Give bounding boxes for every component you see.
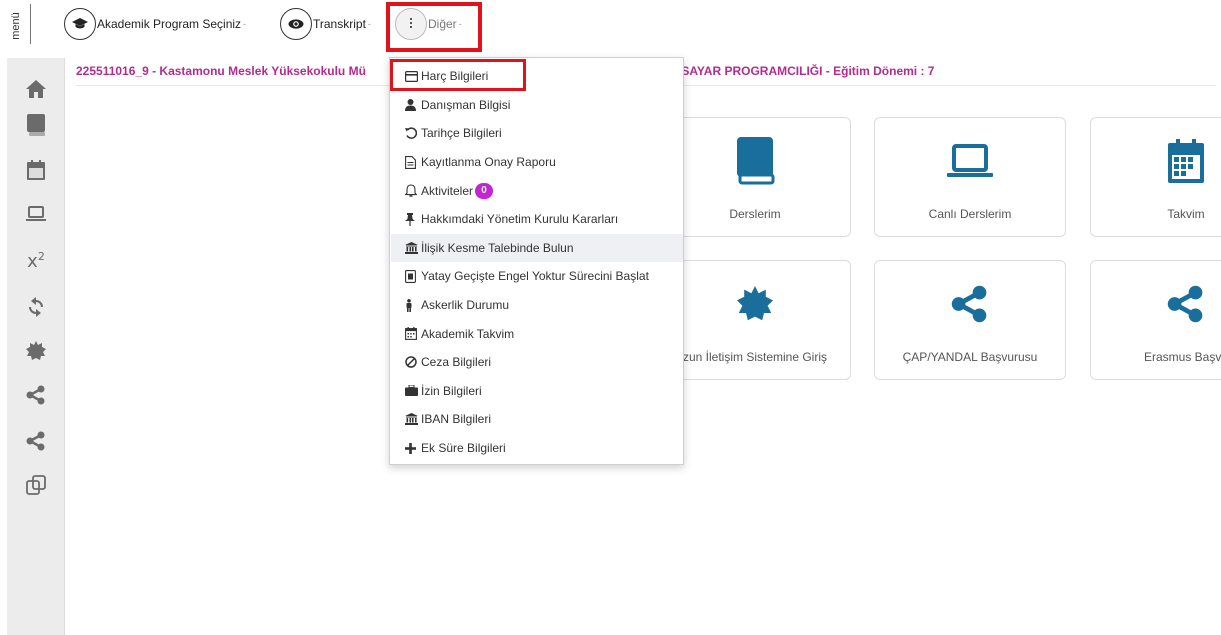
eye-icon [280, 8, 312, 40]
share-icon[interactable] [19, 380, 53, 410]
menu-item-label: Yatay Geçişte Engel Yoktur Sürecini Başl… [421, 269, 649, 284]
tile-takvim[interactable]: Takvim [1090, 117, 1221, 237]
menu-item-label: Ek Süre Bilgileri [421, 441, 506, 456]
person-icon [391, 298, 419, 312]
menu-item-label: Aktiviteler [421, 183, 474, 198]
menu-item-label: Akademik Takvim [421, 326, 515, 341]
share-icon [875, 281, 1065, 327]
menu-item-ceza-bilgileri[interactable]: Ceza Bilgileri [391, 348, 683, 377]
highlight-box [386, 2, 482, 52]
transcript-label: Transkript [313, 17, 366, 31]
menu-item-izin-bilgileri[interactable]: İzin Bilgileri [391, 377, 683, 406]
divider [30, 4, 31, 44]
menu-item-label: Kayıtlanma Onay Raporu [421, 155, 556, 170]
menu-item-label: Danışman Bilgisi [421, 97, 511, 112]
menu-label: menü [10, 12, 22, 40]
menu-item-label: İzin Bilgileri [421, 383, 482, 398]
caret-icon: - [367, 19, 371, 29]
menu-item-tarihce-bilgileri[interactable]: Tarihçe Bilgileri [391, 119, 683, 148]
institution-icon [391, 241, 419, 254]
menu-item-ilisik-kesme[interactable]: İlişik Kesme Talebinde Bulun [391, 233, 683, 263]
copy-icon[interactable] [19, 470, 53, 500]
academic-program-select-button[interactable]: Akademik Program Seçiniz - [64, 8, 246, 40]
highlight-box [390, 59, 526, 91]
notification-badge: 0 [475, 182, 494, 199]
menu-item-iban-bilgileri[interactable]: IBAN Bilgileri [391, 405, 683, 434]
menu-item-aktiviteler[interactable]: Aktiviteler 0 [391, 176, 683, 205]
menu-item-kayitlanma-onay-raporu[interactable]: Kayıtlanma Onay Raporu [391, 148, 683, 177]
top-toolbar: menü Akademik Program Seçiniz - Transkri… [0, 0, 1221, 56]
laptop-icon [875, 138, 1065, 184]
other-dropdown-menu: Harç Bilgileri Danışman Bilgisi Tarihçe … [389, 57, 684, 465]
tile-label: Erasmus Başvu [1143, 350, 1221, 364]
book-icon[interactable] [19, 110, 53, 140]
caret-icon: - [243, 19, 247, 29]
sidebar: x2 [7, 58, 65, 635]
calendar-icon [391, 327, 419, 341]
menu-item-label: Ceza Bilgileri [421, 355, 492, 370]
thumbtack-icon [391, 212, 419, 226]
menu-item-askerlik-durumu[interactable]: Askerlik Durumu [391, 291, 683, 320]
certificate-icon[interactable] [19, 336, 53, 366]
history-icon [391, 127, 419, 140]
calendar-icon[interactable] [19, 155, 53, 185]
refresh-icon[interactable] [19, 292, 53, 322]
file-text-icon [391, 155, 419, 169]
transcript-button[interactable]: Transkript - [280, 8, 371, 40]
tile-label: zun İletişim Sistemine Giriş [682, 350, 828, 364]
plus-icon [391, 442, 419, 454]
certificate-icon [660, 281, 850, 327]
menu-item-yonetim-kurulu-kararlari[interactable]: Hakkımdaki Yönetim Kurulu Kararları [391, 205, 683, 234]
graduation-cap-icon [64, 8, 96, 40]
calendar-icon [1091, 138, 1221, 184]
tile-label: Derslerim [729, 207, 781, 221]
tile-derslerim[interactable]: Derslerim [659, 117, 851, 237]
menu-item-label: IBAN Bilgileri [421, 412, 492, 427]
tile-mezun-iletisim[interactable]: zun İletişim Sistemine Giriş [659, 260, 851, 380]
menu-item-yatay-gecis[interactable]: Yatay Geçişte Engel Yoktur Sürecini Başl… [391, 262, 683, 291]
tile-canli-derslerim[interactable]: Canlı Derslerim [874, 117, 1066, 237]
menu-item-label: İlişik Kesme Talebinde Bulun [421, 240, 574, 255]
menu-item-label: Askerlik Durumu [421, 298, 510, 313]
program-info-text: İSAYAR PROGRAMCILIĞI - Eğitim Dönemi : 7 [678, 64, 935, 78]
share-icon [1091, 281, 1221, 327]
ban-icon [391, 356, 419, 369]
superscript-icon[interactable]: x2 [19, 246, 53, 276]
menu-item-ek-sure-bilgileri[interactable]: Ek Süre Bilgileri [391, 434, 683, 463]
suitcase-icon [391, 385, 419, 397]
menu-item-akademik-takvim[interactable]: Akademik Takvim [391, 319, 683, 348]
student-info-text: 225511016_9 - Kastamonu Meslek Yüksekoku… [76, 64, 366, 78]
menu-toggle[interactable]: menü [9, 4, 23, 48]
menu-item-label: Hakkımdaki Yönetim Kurulu Kararları [421, 212, 619, 227]
tile-erasmus[interactable]: Erasmus Başvu [1090, 260, 1221, 380]
document-icon [391, 270, 419, 283]
laptop-icon[interactable] [19, 199, 53, 229]
menu-item-label: Tarihçe Bilgileri [421, 126, 502, 141]
tile-label: ÇAP/YANDAL Başvurusu [902, 350, 1038, 364]
menu-item-danisman-bilgisi[interactable]: Danışman Bilgisi [391, 91, 683, 120]
tile-label: Canlı Derslerim [928, 207, 1012, 221]
share-icon[interactable] [19, 426, 53, 456]
tile-cap-yandal[interactable]: ÇAP/YANDAL Başvurusu [874, 260, 1066, 380]
tile-label: Takvim [1167, 207, 1205, 221]
bell-icon [391, 184, 419, 197]
book-icon [660, 137, 850, 185]
academic-program-label: Akademik Program Seçiniz [97, 17, 242, 31]
home-icon[interactable] [19, 74, 53, 104]
user-icon [391, 98, 419, 111]
institution-icon [391, 413, 419, 426]
